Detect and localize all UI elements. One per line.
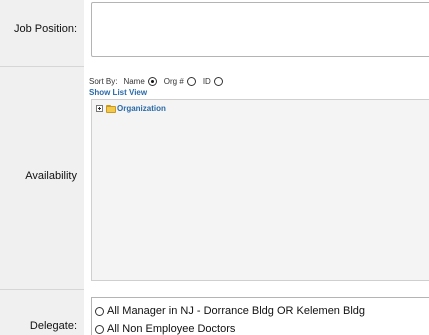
tree-node-label[interactable]: Organization xyxy=(117,104,166,113)
show-list-view-link[interactable]: Show List View xyxy=(89,88,147,97)
delegate-option[interactable]: All Manager in NJ - Dorrance Bldg OR Kel… xyxy=(95,305,365,317)
expand-icon[interactable] xyxy=(96,105,103,112)
delegate-radio[interactable] xyxy=(95,306,104,316)
delegate-label: Delegate: xyxy=(29,320,77,332)
sort-option-name-label: Name xyxy=(123,77,145,86)
folder-icon xyxy=(106,104,116,113)
job-position-field[interactable] xyxy=(91,2,429,57)
delegate-option[interactable]: All Non Employee Doctors xyxy=(95,323,235,335)
sort-id-radio[interactable] xyxy=(213,77,223,86)
availability-label: Availability xyxy=(25,170,77,182)
sort-name-radio[interactable] xyxy=(147,77,157,86)
row-divider xyxy=(0,66,84,67)
delegate-option-label[interactable]: All Manager in NJ - Dorrance Bldg OR Kel… xyxy=(107,305,365,317)
tree-node-organization[interactable]: Organization xyxy=(96,104,166,113)
sort-org-radio[interactable] xyxy=(186,77,196,86)
sort-by-controls: Sort By: Name Org # ID xyxy=(89,75,223,88)
label-column xyxy=(0,0,84,335)
delegate-radio[interactable] xyxy=(95,324,104,334)
sort-option-id-label: ID xyxy=(202,77,211,86)
delegate-list: All Manager in NJ - Dorrance Bldg OR Kel… xyxy=(91,297,429,335)
form-page: Job Position: Sort By: Name Org # ID Sho… xyxy=(0,0,429,335)
row-divider xyxy=(0,289,84,290)
delegate-option-label[interactable]: All Non Employee Doctors xyxy=(107,323,235,335)
sort-option-org-label: Org # xyxy=(163,77,184,86)
job-position-label: Job Position: xyxy=(14,23,77,35)
org-tree-panel[interactable]: Organization xyxy=(91,99,429,281)
sort-by-label: Sort By: xyxy=(89,77,118,86)
